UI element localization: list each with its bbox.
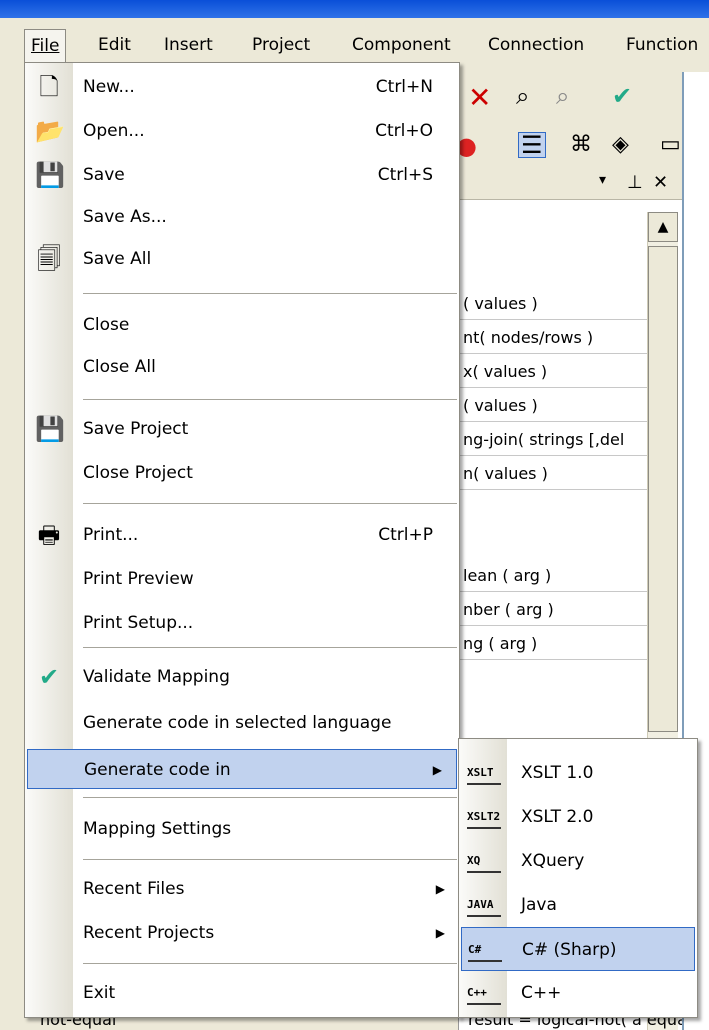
delete-icon[interactable]: ✕ — [468, 84, 491, 112]
menu-item-save-all[interactable]: 🗐 Save All — [25, 239, 459, 279]
find-icon[interactable]: ⌕ — [516, 84, 529, 108]
validate-check-icon: ✔ — [38, 663, 60, 691]
function-item[interactable]: ( values ) — [459, 390, 649, 422]
cpp-icon: C++ — [467, 981, 501, 1005]
menu-connection[interactable]: Connection — [482, 29, 590, 61]
validate-icon[interactable]: ✔ — [612, 84, 632, 108]
left-panel-strip — [0, 128, 24, 1018]
xquery-icon: XQ — [467, 849, 501, 873]
file-menu-dropdown: 🗋 New... Ctrl+N 📂 Open... Ctrl+O 💾 Save … — [24, 62, 460, 1018]
menu-item-close-all[interactable]: Close All — [25, 347, 459, 387]
printer-icon: 🖶 — [37, 521, 61, 549]
title-bar — [0, 0, 709, 18]
generate-code-submenu: XSLT XSLT 1.0 XSLT2 XSLT 2.0 XQ XQuery J… — [458, 738, 698, 1018]
menu-item-new[interactable]: 🗋 New... Ctrl+N — [25, 67, 459, 107]
menu-separator — [83, 859, 457, 860]
panel-dropdown-icon[interactable]: ▾ — [599, 172, 606, 188]
submenu-item-xslt1[interactable]: XSLT XSLT 1.0 — [459, 751, 697, 795]
submenu-arrow-icon: ▶ — [435, 882, 445, 896]
window-icon[interactable]: ▭ — [660, 134, 681, 156]
pin-icon[interactable]: ⊥ — [627, 172, 643, 193]
save-all-icon: 🗐 — [37, 245, 61, 273]
menu-separator — [83, 503, 457, 504]
menu-item-print[interactable]: 🖶 Print... Ctrl+P — [25, 515, 459, 555]
binoculars-icon[interactable]: ⌘ — [570, 134, 592, 156]
xslt2-icon: XSLT2 — [467, 805, 501, 829]
menu-item-exit[interactable]: Exit — [25, 973, 459, 1013]
menu-separator — [83, 797, 457, 798]
menu-component[interactable]: Component — [346, 29, 457, 61]
submenu-arrow-icon: ▶ — [435, 926, 445, 940]
submenu-arrow-icon: ▶ — [432, 763, 442, 777]
menu-item-save[interactable]: 💾 Save Ctrl+S — [25, 155, 459, 195]
submenu-item-xslt2[interactable]: XSLT2 XSLT 2.0 — [459, 795, 697, 839]
menu-item-validate-mapping[interactable]: ✔ Validate Mapping — [25, 657, 459, 697]
menu-separator — [83, 399, 457, 400]
menu-separator — [83, 293, 457, 294]
submenu-item-java[interactable]: JAVA Java — [459, 883, 697, 927]
menu-edit[interactable]: Edit — [92, 29, 137, 61]
format-icon[interactable]: ◈ — [612, 134, 629, 156]
function-item[interactable]: ng-join( strings [,del — [459, 424, 649, 456]
menu-item-open[interactable]: 📂 Open... Ctrl+O — [25, 111, 459, 151]
function-item[interactable]: n( values ) — [459, 458, 649, 490]
function-item[interactable]: x( values ) — [459, 356, 649, 388]
new-document-icon: 🗋 — [39, 73, 59, 101]
menu-item-print-preview[interactable]: Print Preview — [25, 559, 459, 599]
menu-item-generate-selected[interactable]: Generate code in selected language — [25, 703, 459, 743]
menu-item-close[interactable]: Close — [25, 305, 459, 345]
csharp-icon: C# — [468, 938, 502, 962]
menu-item-save-as[interactable]: Save As... — [25, 197, 459, 237]
list-view-icon[interactable]: ☰ — [518, 132, 546, 158]
menu-item-close-project[interactable]: Close Project — [25, 453, 459, 493]
menu-insert[interactable]: Insert — [158, 29, 219, 61]
java-icon: JAVA — [467, 893, 501, 917]
function-item[interactable]: nt( nodes/rows ) — [459, 322, 649, 354]
find-next-icon[interactable]: ⌕ — [556, 84, 569, 108]
save-disk-icon: 💾 — [35, 161, 65, 189]
scrollbar-thumb[interactable] — [648, 246, 678, 732]
menu-item-recent-files[interactable]: Recent Files ▶ — [25, 869, 459, 909]
function-item[interactable]: ng ( arg ) — [459, 628, 649, 660]
menu-separator — [83, 963, 457, 964]
menu-project[interactable]: Project — [246, 29, 316, 61]
submenu-item-csharp[interactable]: C# C# (Sharp) — [461, 927, 695, 971]
menu-function[interactable]: Function — [620, 29, 704, 61]
menu-separator — [83, 647, 457, 648]
function-item[interactable]: lean ( arg ) — [459, 560, 649, 592]
function-item[interactable]: ( values ) — [459, 288, 649, 320]
menu-item-recent-projects[interactable]: Recent Projects ▶ — [25, 913, 459, 953]
close-icon[interactable]: ✕ — [653, 172, 668, 193]
submenu-item-cpp[interactable]: C++ C++ — [459, 971, 697, 1015]
scroll-up-icon[interactable]: ▲ — [648, 212, 678, 242]
panel-header: ▾ ⊥ ✕ — [459, 170, 683, 200]
menu-item-print-setup[interactable]: Print Setup... — [25, 603, 459, 643]
open-folder-icon: 📂 — [35, 117, 65, 145]
menu-item-generate-code-in[interactable]: Generate code in ▶ — [27, 749, 457, 789]
menu-item-save-project[interactable]: 💾 Save Project — [25, 409, 459, 449]
submenu-item-xquery[interactable]: XQ XQuery — [459, 839, 697, 883]
save-project-icon: 💾 — [35, 415, 65, 443]
menu-item-mapping-settings[interactable]: Mapping Settings — [25, 809, 459, 849]
function-item[interactable]: nber ( arg ) — [459, 594, 649, 626]
xslt-icon: XSLT — [467, 761, 501, 785]
